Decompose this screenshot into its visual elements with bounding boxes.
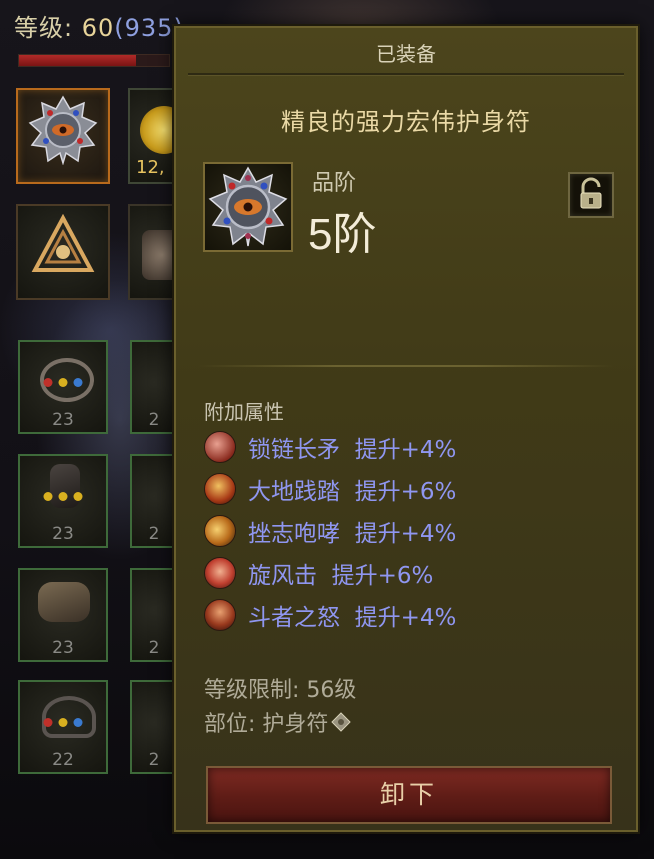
attribute-text: 旋风击 提升+6%	[248, 563, 434, 589]
item-level: 23	[52, 410, 74, 430]
item-icon-frame	[203, 162, 293, 252]
gem-slot-8[interactable]: 2	[130, 680, 178, 774]
amulet-icon	[28, 95, 98, 166]
gem-slot-2[interactable]: 23	[18, 454, 108, 548]
tooltip-header: 已装备	[376, 42, 436, 66]
bracer-icon	[50, 464, 80, 508]
attribute-text: 挫志咆哮 提升+4%	[248, 521, 457, 547]
socket-gems	[43, 378, 83, 387]
attribute-text: 斗者之怒 提升+4%	[248, 605, 457, 631]
gauntlet-icon	[38, 582, 90, 622]
attributes-list: 锁链长矛 提升+4% 大地践踏 提升+6% 挫志咆哮 提升+4% 旋风击 提升+…	[204, 426, 456, 636]
earth-stomp-skill-icon	[204, 473, 236, 505]
item-level: 2	[148, 410, 160, 430]
slot-type: 部位: 护身符	[204, 706, 352, 738]
attribute-row: 旋风击 提升+6%	[204, 552, 456, 594]
gem-slot-3[interactable]: 23	[18, 568, 108, 662]
socket-gems	[43, 718, 83, 727]
gem-slot-4[interactable]: 22	[18, 680, 108, 774]
gem-slot-5[interactable]: 2	[130, 340, 178, 434]
experience-bar-fill	[19, 55, 136, 66]
equipment-slot-gold[interactable]: 12,	[128, 88, 188, 184]
wrath-of-berserker-skill-icon	[204, 599, 236, 631]
attribute-row: 锁链长矛 提升+4%	[204, 426, 456, 468]
gem-slot-7[interactable]: 2	[130, 568, 178, 662]
experience-bar	[18, 54, 170, 67]
gem-slot-1[interactable]: 23	[18, 340, 108, 434]
socket-gems	[43, 492, 83, 501]
item-level: 2	[148, 638, 160, 658]
slot-type-text: 部位: 护身符	[204, 712, 329, 737]
whirlwind-skill-icon	[204, 557, 236, 589]
attribute-row: 大地践踏 提升+6%	[204, 468, 456, 510]
item-level: 2	[148, 750, 160, 770]
item-level: 23	[52, 524, 74, 544]
equipment-slot-sigil[interactable]	[16, 204, 110, 300]
rank-value: 5阶	[308, 210, 377, 259]
attribute-text: 锁链长矛 提升+4%	[248, 437, 457, 463]
equipment-slot-amulet[interactable]	[16, 88, 110, 184]
attribute-row: 斗者之怒 提升+4%	[204, 594, 456, 636]
chain-spear-skill-icon	[204, 431, 236, 463]
item-level: 22	[52, 750, 74, 770]
rank-label: 品阶	[312, 171, 357, 196]
level-value: 60	[81, 14, 115, 42]
item-tooltip-panel: 已装备 精良的强力宏伟护身符 品阶 5阶 附加属性 锁链长矛 提升+4% 大地践…	[174, 26, 638, 832]
item-level: 23	[52, 638, 74, 658]
unequip-button[interactable]: 卸下	[206, 766, 612, 824]
item-name: 精良的强力宏伟护身符	[281, 108, 531, 136]
gem-slot-6[interactable]: 2	[130, 454, 178, 548]
demoralize-shout-skill-icon	[204, 515, 236, 547]
attribute-row: 挫志咆哮 提升+4%	[204, 510, 456, 552]
attributes-title: 附加属性	[204, 400, 284, 424]
attribute-text: 大地践踏 提升+6%	[248, 479, 457, 505]
equipment-slot-relic[interactable]	[128, 204, 182, 300]
gold-amount: 12,	[136, 157, 165, 178]
character-level: 等级: 60(935)	[14, 8, 184, 43]
section-divider	[198, 365, 614, 367]
amulet-eye-icon	[208, 166, 288, 247]
triangle-sigil-icon	[31, 214, 95, 273]
header-divider	[188, 73, 624, 76]
boots-icon	[42, 696, 96, 738]
amulet-slot-icon	[331, 712, 352, 732]
padlock-open-icon	[580, 177, 602, 209]
lock-button[interactable]	[568, 172, 614, 218]
level-requirement: 等级限制: 56级	[204, 678, 357, 703]
level-label: 等级:	[14, 14, 82, 42]
item-level: 2	[148, 524, 160, 544]
